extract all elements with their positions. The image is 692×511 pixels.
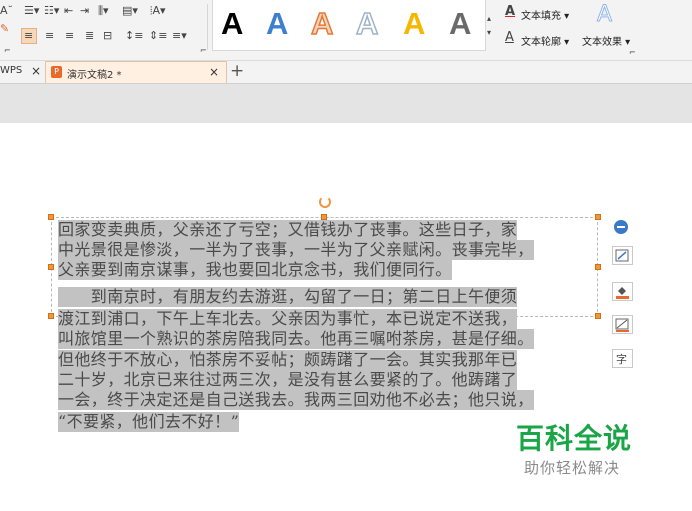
text-line[interactable]: 二十岁，北京已来往过两三次，是没有甚么要紧的了。他踌躇了 [58, 370, 518, 390]
text-line[interactable]: 中光景很是惨淡，一半为了丧事，一半为了父亲赋闲。丧事完毕， [58, 240, 534, 260]
tab-active-presentation[interactable]: P 演示文稿2 * × [45, 61, 227, 83]
align-center-icon[interactable]: ≡ [45, 29, 54, 43]
resize-handle-bottom-right[interactable] [595, 313, 601, 319]
rotate-handle-icon[interactable] [319, 196, 331, 208]
tab-active-label: 演示文稿2 * [67, 70, 122, 81]
ribbon-toolbar: A˘ ☰▾ ☷▾ ⇤ ⇥ ⫼▾ ▤▾ ⦙A▾ ✎ ≡ ≡ ≡ ≣ ⊟ ↕≡ ⇕≡… [0, 0, 692, 61]
text-fill-button[interactable]: 文本填充 ▾ [521, 7, 569, 22]
columns-icon[interactable]: ⫼▾ [98, 4, 109, 18]
document-tab-bar: WPS × P 演示文稿2 * × + [0, 61, 692, 84]
shape-style-icon [615, 249, 629, 262]
watermark-brand: 百科全说 [516, 422, 633, 455]
text-line[interactable]: 渡江到浦口，下午上车北去。父亲因为事忙，本已说定不送我， [58, 309, 518, 329]
paragraph-spacing-icon[interactable]: ⇕≡ [149, 29, 167, 43]
text-line[interactable]: 父亲要到南京谋事，我也要回北京念书，我们便同行。 [58, 260, 452, 280]
paint-bucket-icon [616, 287, 629, 299]
collapse-toolbar-button[interactable] [614, 220, 628, 234]
paragraph-dialog-launcher-icon[interactable]: ⌐ [200, 44, 207, 58]
resize-handle-left[interactable] [48, 264, 54, 270]
justify-icon[interactable]: ≣ [85, 29, 94, 43]
editor-background-band [0, 84, 692, 123]
text-line[interactable]: 回家变卖典质，父亲还了亏空；又借钱办了丧事。这些日子，家 [58, 220, 518, 240]
shape-style-button[interactable] [612, 246, 633, 265]
tab-wps-close-icon[interactable]: × [31, 64, 41, 78]
text-line[interactable]: 但他终于不放心，怕茶房不妥帖；颇踌躇了一会。其实我那年已 [58, 350, 518, 370]
text-outline-button[interactable]: 文本轮廓 ▾ [521, 33, 569, 48]
font-dialog-launcher-icon[interactable]: ⌐ [4, 44, 11, 58]
decrease-indent-icon[interactable]: ⇤ [64, 4, 73, 18]
line-spacing-icon[interactable]: ↕≡ [125, 29, 143, 43]
presentation-file-icon: P [51, 66, 62, 78]
text-line[interactable]: “不要紧，他们去不好！” [58, 412, 240, 432]
shape-outline-button[interactable] [612, 315, 633, 334]
paint-format-icon[interactable]: ✎ [0, 22, 9, 36]
shape-outline-icon [615, 318, 629, 332]
text-wrap-button[interactable]: 字 [612, 349, 633, 368]
tab-wps-label[interactable]: WPS [0, 65, 22, 76]
align-right-icon[interactable]: ≡ [65, 29, 74, 43]
text-layout-icon: 字 [616, 353, 627, 366]
text-fill-icon[interactable]: A [505, 5, 515, 19]
separator [207, 4, 208, 50]
text-box-icon[interactable]: ▤▾ [122, 4, 138, 18]
wordart-style-6[interactable]: A [449, 6, 471, 42]
resize-handle-top-left[interactable] [48, 214, 54, 220]
text-line[interactable]: 到南京时，有朋友约去游逛，勾留了一日；第二日上午便须 [58, 287, 518, 307]
resize-handle-top-right[interactable] [595, 214, 601, 220]
wordart-style-3[interactable]: A [310, 5, 334, 42]
wordart-style-gallery: A A A A A A [212, 0, 486, 51]
minus-icon [617, 226, 625, 228]
gallery-more-icon[interactable]: ▴ ▾ [487, 12, 491, 40]
text-direction-icon[interactable]: ⦙A▾ [150, 4, 166, 18]
text-effects-button[interactable]: 文本效果 ▾ [582, 33, 630, 48]
text-line[interactable]: 叫旅馆里一个熟识的茶房陪我同去。他再三嘱咐茶房，甚是仔细。 [58, 329, 534, 349]
resize-handle-right[interactable] [595, 264, 601, 270]
wordart-style-1[interactable]: A [221, 6, 243, 42]
wordart-dialog-launcher-icon[interactable]: ⌐ [629, 46, 636, 60]
wordart-style-5[interactable]: A [403, 6, 425, 42]
watermark-slogan: 助你轻松解决 [524, 459, 621, 477]
numbering-icon[interactable]: ☷▾ [44, 4, 59, 18]
tab-active-close-icon[interactable]: × [209, 65, 219, 79]
font-size-decrease-icon[interactable]: A˘ [0, 4, 13, 18]
text-outline-icon[interactable]: A [505, 31, 514, 45]
distribute-icon[interactable]: ⊟ [103, 29, 112, 43]
wordart-style-4[interactable]: A [355, 5, 379, 42]
align-left-icon: ≡ [24, 29, 34, 42]
shape-fill-button[interactable] [612, 282, 633, 301]
bullets-icon[interactable]: ☰▾ [24, 4, 39, 18]
resize-handle-bottom-left[interactable] [48, 313, 54, 319]
new-tab-icon[interactable]: + [230, 61, 244, 81]
increase-indent-icon[interactable]: ⇥ [80, 4, 89, 18]
align-text-icon[interactable]: ≡▾ [172, 29, 187, 43]
text-effects-icon[interactable]: A [596, 2, 612, 27]
text-line[interactable]: 一会，终于决定还是自己送我去。我两三回劝他不必去；他只说， [58, 390, 534, 410]
wordart-style-2[interactable]: A [266, 6, 288, 42]
